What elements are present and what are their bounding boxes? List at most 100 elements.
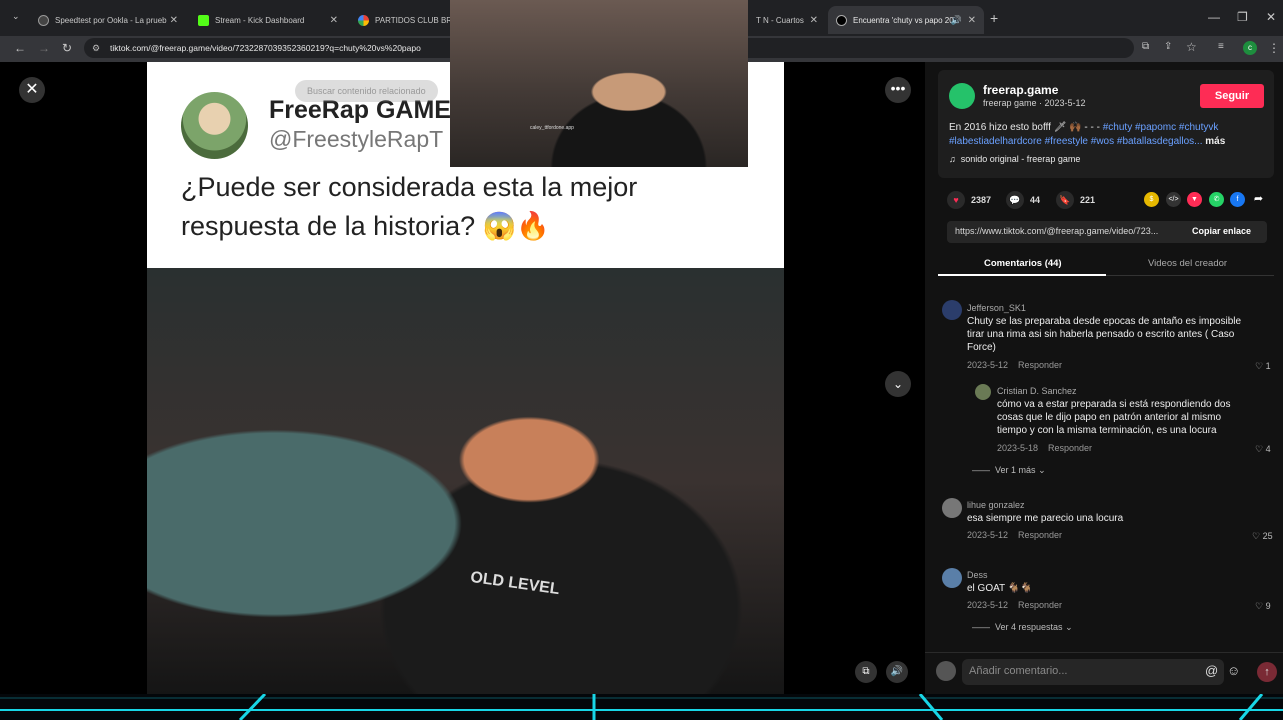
reply-button[interactable]: Responder — [1018, 530, 1062, 540]
close-tab-icon[interactable]: ✕ — [810, 15, 818, 26]
embed-icon[interactable]: </> — [1166, 192, 1181, 207]
tab-title: PARTIDOS CLUB BRUJ — [375, 15, 450, 25]
sound-name: sonido original - freerap game — [960, 154, 1081, 164]
creator-avatar[interactable] — [949, 83, 975, 109]
tab-cuartos[interactable]: T N - Cuartos ✕ — [748, 6, 826, 34]
tab-tiktok-active[interactable]: Encuentra 'chuty vs papo 20 🔊 ✕ — [828, 6, 984, 34]
comment-text: esa siempre me parecio una locura — [967, 513, 1124, 524]
next-video-button[interactable]: ⌄ — [885, 371, 911, 397]
bookmark-star-icon[interactable]: ☆ — [1186, 40, 1197, 54]
comment-avatar[interactable] — [975, 384, 991, 400]
comment-username[interactable]: lihue gonzalez — [967, 500, 1025, 510]
more-options-button[interactable]: ••• — [885, 77, 911, 103]
tiktok-favicon-icon — [836, 14, 847, 26]
video-frame[interactable] — [147, 268, 784, 694]
comment-avatar[interactable] — [942, 498, 962, 518]
reply-button[interactable]: Responder — [1018, 600, 1062, 610]
tab-creator-videos[interactable]: Videos del creador — [1148, 258, 1227, 269]
picture-in-picture-button[interactable]: ⧉ — [855, 661, 877, 683]
comment-like-button[interactable]: ♡ 4 — [1255, 444, 1271, 455]
save-button[interactable]: 🔖 221 — [1056, 191, 1095, 209]
like-count: 2387 — [971, 195, 992, 205]
close-video-button[interactable]: ✕ — [19, 77, 45, 103]
facebook-icon[interactable]: f — [1230, 192, 1245, 207]
speedtest-favicon-icon — [38, 14, 49, 26]
view-replies-button[interactable]: —— Ver 4 respuestas ⌄ — [972, 622, 1073, 633]
active-tab-indicator — [938, 274, 1106, 276]
restore-icon[interactable]: ❐ — [1237, 10, 1248, 24]
profile-avatar[interactable]: c — [1243, 41, 1257, 55]
stream-overlay-strip — [0, 694, 1283, 720]
coin-share-icon[interactable]: $ — [1144, 192, 1159, 207]
comment-avatar[interactable] — [942, 568, 962, 588]
tab-title: Stream - Kick Dashboard — [215, 15, 305, 25]
close-tab-icon[interactable]: ✕ — [170, 15, 178, 26]
tab-kick[interactable]: Stream - Kick Dashboard ✕ — [190, 6, 346, 34]
close-tab-icon[interactable]: ✕ — [968, 15, 976, 26]
send-to-friends-icon[interactable]: ▼ — [1187, 192, 1202, 207]
share-page-icon[interactable]: ⇪ — [1164, 41, 1172, 52]
audio-playing-icon[interactable]: 🔊 — [951, 15, 962, 26]
follow-button[interactable]: Seguir — [1200, 84, 1264, 108]
forward-icon[interactable]: → — [38, 41, 50, 55]
mention-icon[interactable]: @ — [1205, 663, 1218, 678]
reading-list-icon[interactable]: ≡ — [1218, 41, 1224, 52]
video-link-url[interactable]: https://www.tiktok.com/@freerap.game/vid… — [955, 226, 1158, 236]
heart-icon: ♥ — [947, 191, 965, 209]
neon-lines-graphic — [0, 694, 1283, 720]
close-tab-icon[interactable]: ✕ — [330, 15, 338, 26]
comment-like-button[interactable]: ♡ 9 — [1255, 601, 1271, 612]
more-share-icon[interactable]: ➦ — [1251, 192, 1266, 207]
heart-outline-icon: ♡ — [1255, 361, 1264, 371]
send-comment-button[interactable]: ↑ — [1257, 662, 1277, 682]
tab-speedtest[interactable]: Speedtest por Ookla - La prueb ✕ — [30, 6, 186, 34]
new-tab-icon[interactable]: + — [990, 10, 998, 26]
volume-button[interactable]: 🔊 — [886, 661, 908, 683]
comment-username[interactable]: Jefferson_SK1 — [967, 303, 1026, 313]
comment-text: Chuty se las preparaba desde epocas de a… — [967, 316, 1242, 353]
music-note-icon: ♫ — [949, 154, 956, 164]
reply-button[interactable]: Responder — [1048, 443, 1092, 453]
translate-icon[interactable]: ⧉ — [1142, 41, 1149, 52]
browser-menu-icon[interactable]: ⋮ — [1268, 41, 1280, 55]
comment-like-button[interactable]: ♡ 25 — [1252, 531, 1273, 542]
heart-outline-icon: ♡ — [1252, 531, 1261, 541]
search-related-button[interactable]: Buscar contenido relacionado — [295, 80, 438, 102]
comment-date: 2023-5-18 — [997, 443, 1039, 453]
site-info-icon[interactable]: ⚙ — [92, 38, 100, 58]
comment-avatar[interactable] — [942, 300, 962, 320]
reply-button[interactable]: Responder — [1018, 360, 1062, 370]
save-count: 221 — [1080, 195, 1096, 205]
like-button[interactable]: ♥ 2387 — [947, 191, 991, 209]
chevron-down-icon: ⌄ — [1038, 465, 1046, 475]
tab-search-icon[interactable]: ⌄ — [12, 11, 20, 22]
creator-username[interactable]: freerap.game — [983, 83, 1058, 97]
emoji-icon[interactable]: ☺ — [1227, 663, 1240, 678]
comment-like-button[interactable]: ♡ 1 — [1255, 361, 1271, 372]
copy-link-button[interactable]: Copiar enlace — [1192, 226, 1251, 236]
description-more-link[interactable]: más — [1205, 136, 1225, 147]
tab-title: Encuentra 'chuty vs papo 20 — [853, 15, 954, 25]
bookmark-icon: 🔖 — [1056, 191, 1074, 209]
heart-outline-icon: ♡ — [1255, 601, 1264, 611]
user-avatar — [936, 661, 956, 681]
close-window-icon[interactable]: ✕ — [1266, 10, 1276, 24]
tab-comments[interactable]: Comentarios (44) — [984, 258, 1062, 269]
comment-icon: 💬 — [1006, 191, 1024, 209]
comment-date: 2023-5-12 — [967, 530, 1009, 540]
comment-button[interactable]: 💬 44 — [1006, 191, 1040, 209]
chevron-down-icon: ⌄ — [1065, 622, 1073, 632]
tab-partidos[interactable]: PARTIDOS CLUB BRUJ — [350, 6, 450, 34]
description-text: En 2016 hizo esto bofff 🗡 🙌🏾 - - - — [949, 122, 1103, 133]
reload-icon[interactable]: ↻ — [62, 41, 72, 55]
tab-title: T N - Cuartos — [756, 15, 804, 25]
tweet-avatar — [181, 92, 248, 159]
comment-username[interactable]: Dess — [967, 570, 988, 580]
back-icon[interactable]: ← — [14, 41, 26, 55]
view-more-replies-button[interactable]: —— Ver 1 más ⌄ — [972, 465, 1046, 476]
comment-date: 2023-5-12 — [967, 600, 1009, 610]
comment-username[interactable]: Cristian D. Sanchez — [997, 386, 1077, 396]
whatsapp-icon[interactable]: ✆ — [1209, 192, 1224, 207]
minimize-icon[interactable]: — — [1208, 10, 1220, 24]
sound-link[interactable]: ♫ sonido original - freerap game — [949, 154, 1080, 164]
